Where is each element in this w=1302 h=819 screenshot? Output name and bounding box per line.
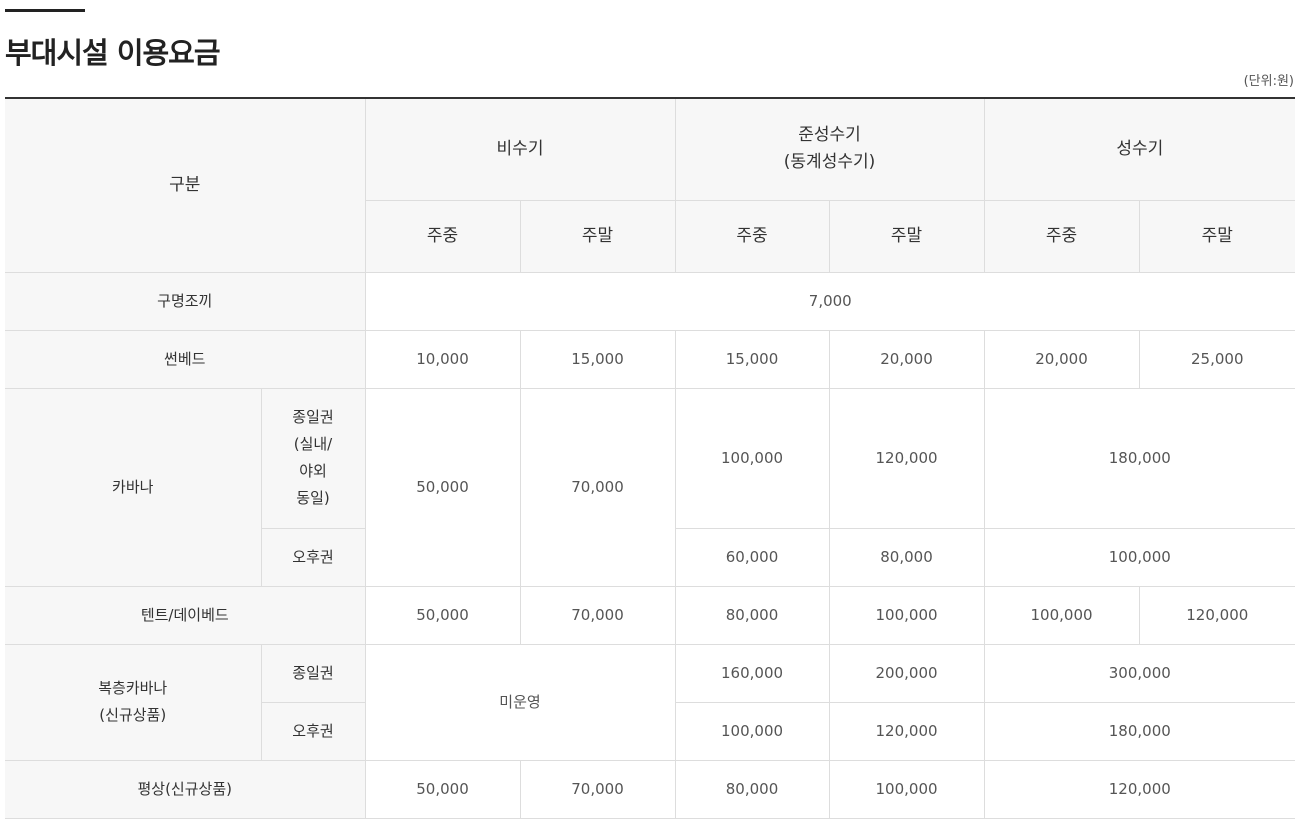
- price-cell: 100,000: [983, 585, 1140, 645]
- header-weekend: 주말: [1138, 199, 1296, 273]
- page: 부대시설 이용요금 (단위:원) 구분 비수기 준성수기 (동계성수기) 성수기…: [0, 0, 1302, 819]
- header-weekday: 주중: [365, 199, 521, 273]
- header-season-semi: 준성수기 (동계성수기): [674, 98, 985, 201]
- header-season-semi-line2: (동계성수기): [783, 152, 876, 173]
- price-cell: 20,000: [828, 329, 985, 389]
- row-label: 구명조끼: [5, 271, 366, 331]
- price-cell: 20,000: [983, 329, 1140, 389]
- price-cell: 100,000: [674, 701, 830, 761]
- header-weekday: 주중: [674, 199, 830, 273]
- price-cell: 180,000: [983, 701, 1296, 761]
- header-row-seasons: 구분 비수기 준성수기 (동계성수기) 성수기: [5, 98, 1296, 273]
- sub-label-line: 종일권: [292, 408, 334, 426]
- price-cell: 120,000: [1138, 585, 1296, 645]
- table-row: 텐트/데이베드 50,000 70,000 80,000 100,000 100…: [5, 585, 1296, 645]
- page-title: 부대시설 이용요금: [5, 36, 221, 70]
- sub-label: 오후권: [261, 527, 366, 587]
- table-row: 카바나 종일권 (실내/ 야외 동일) 50,000 70,000 100,00…: [5, 387, 1296, 587]
- table-row: 평상(신규상품) 50,000 70,000 80,000 100,000 12…: [5, 759, 1296, 819]
- row-label: 썬베드: [5, 329, 366, 389]
- price-cell: 120,000: [828, 387, 985, 529]
- row-label: 복층카바나 (신규상품): [5, 643, 262, 761]
- price-cell: 70,000: [519, 387, 676, 587]
- header-weekend: 주말: [828, 199, 985, 273]
- sub-label-line: (실내/: [293, 435, 333, 453]
- price-cell: 180,000: [983, 387, 1296, 529]
- price-cell: 100,000: [828, 759, 985, 819]
- row-label-line: (신규상품): [99, 706, 167, 724]
- price-cell: 10,000: [364, 329, 521, 389]
- row-label: 텐트/데이베드: [5, 585, 366, 645]
- price-cell: 50,000: [364, 387, 521, 587]
- row-label: 카바나: [5, 387, 262, 587]
- title-accent-bar: [5, 9, 85, 12]
- price-cell: 100,000: [983, 527, 1296, 587]
- price-cell: 25,000: [1138, 329, 1296, 389]
- price-cell: 15,000: [519, 329, 676, 389]
- sub-label-line: 동일): [296, 489, 330, 507]
- sub-label: 종일권: [260, 643, 366, 703]
- price-cell: 100,000: [674, 387, 830, 529]
- price-cell: 50,000: [364, 759, 521, 819]
- price-cell: 100,000: [828, 585, 985, 645]
- price-cell: 15,000: [674, 329, 830, 389]
- price-cell: 80,000: [828, 527, 985, 587]
- price-cell: 70,000: [519, 585, 676, 645]
- sub-label: 종일권 (실내/ 야외 동일): [260, 387, 366, 529]
- price-cell: 80,000: [674, 585, 830, 645]
- price-cell: 7,000: [364, 271, 1296, 331]
- price-cell: 200,000: [828, 643, 985, 703]
- header-season-peak: 성수기: [983, 98, 1296, 201]
- header-weekend: 주말: [519, 199, 676, 273]
- table-row: 복층카바나 (신규상품) 종일권 미운영 160,000 200,000 300…: [5, 643, 1296, 761]
- price-cell: 120,000: [983, 759, 1296, 819]
- not-operating-cell: 미운영: [364, 643, 676, 761]
- price-cell: 80,000: [674, 759, 830, 819]
- price-cell: 160,000: [674, 643, 830, 703]
- price-cell: 120,000: [828, 701, 985, 761]
- sub-label-line: 야외: [299, 462, 327, 480]
- header-category: 구분: [5, 98, 366, 273]
- fee-table: 구분 비수기 준성수기 (동계성수기) 성수기 주중 주말 주중 주말 주중 주…: [5, 97, 1296, 819]
- table-row: 구명조끼 7,000: [5, 271, 1296, 331]
- price-cell: 70,000: [519, 759, 676, 819]
- sub-label: 오후권: [261, 701, 366, 761]
- row-label: 평상(신규상품): [5, 759, 366, 819]
- price-cell: 300,000: [983, 643, 1296, 703]
- price-cell: 50,000: [364, 585, 521, 645]
- table-row: 썬베드 10,000 15,000 15,000 20,000 20,000 2…: [5, 329, 1296, 389]
- header-season-off: 비수기: [364, 98, 676, 201]
- unit-note: (단위:원): [1243, 74, 1294, 89]
- row-label-line: 복층카바나: [98, 679, 168, 697]
- header-weekday: 주중: [983, 199, 1140, 273]
- header-season-semi-line1: 준성수기: [798, 125, 861, 146]
- price-cell: 60,000: [674, 527, 830, 587]
